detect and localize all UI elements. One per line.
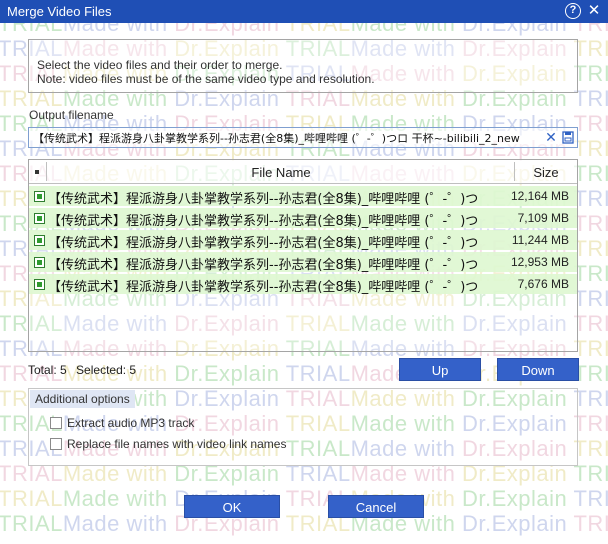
file-row[interactable]: 【传统武术】程派游身八卦掌教学系列--孙志君(全8集)_哔哩哔哩 (゜-゜)つロ…: [29, 229, 577, 251]
close-button[interactable]: ✕: [586, 3, 602, 19]
help-button[interactable]: ?: [565, 3, 581, 19]
file-row-checkbox[interactable]: [34, 191, 45, 202]
instructions-line-2: Note: video files must be of the same vi…: [37, 72, 375, 86]
file-row-name: 【传统武术】程派游身八卦掌教学系列--孙志君(全8集)_哔哩哔哩 (゜-゜)つロ…: [48, 192, 480, 207]
column-header-size[interactable]: Size: [515, 165, 577, 180]
instructions-line-1: Select the video files and their order t…: [37, 58, 283, 72]
replace-names-label[interactable]: Replace file names with video link names: [67, 437, 286, 451]
merge-dialog-body: Select the video files and their order t…: [0, 23, 608, 544]
file-row[interactable]: 【传统武术】程派游身八卦掌教学系列--孙志君(全8集)_哔哩哔哩 (゜-゜)つロ…: [29, 251, 577, 273]
file-row-name: 【传统武术】程派游身八卦掌教学系列--孙志君(全8集)_哔哩哔哩 (゜-゜)つロ…: [48, 236, 480, 251]
output-filename-input[interactable]: [33, 129, 539, 146]
cancel-button[interactable]: Cancel: [328, 495, 424, 518]
file-row-name: 【传统武术】程派游身八卦掌教学系列--孙志君(全8集)_哔哩哔哩 (゜-゜)つロ…: [48, 214, 480, 229]
title-bar: Merge Video Files ? ✕: [0, 0, 608, 23]
file-row-checkbox[interactable]: [34, 213, 45, 224]
window-title: Merge Video Files: [7, 4, 112, 19]
file-row[interactable]: 【传统武术】程派游身八卦掌教学系列--孙志君(全8集)_哔哩哔哩 (゜-゜)つロ…: [29, 207, 577, 229]
header-divider: [46, 162, 47, 181]
browse-file-icon[interactable]: [562, 131, 574, 144]
file-row-size: 12,953 MB: [510, 255, 569, 269]
selected-count: Selected: 5: [76, 363, 137, 377]
additional-options-title: Additional options: [30, 390, 135, 408]
file-row-name: 【传统武术】程派游身八卦掌教学系列--孙志君(全8集)_哔哩哔哩 (゜-゜)つロ…: [48, 280, 480, 295]
file-list[interactable]: File Name Size 【传统武术】程派游身八卦掌教学系列--孙志君(全8…: [28, 159, 578, 352]
select-all-checkbox[interactable]: [35, 170, 39, 174]
file-row-size: 12,164 MB: [510, 189, 569, 203]
file-row[interactable]: 【传统武术】程派游身八卦掌教学系列--孙志君(全8集)_哔哩哔哩 (゜-゜)つロ…: [29, 185, 577, 207]
additional-options-group: Additional options Extract audio MP3 tra…: [28, 388, 578, 466]
move-down-button[interactable]: Down: [497, 358, 579, 381]
total-count: Total: 5: [28, 363, 67, 377]
selection-summary: Total: 5 Selected: 5: [28, 363, 142, 377]
file-row-checkbox[interactable]: [34, 235, 45, 246]
file-row-checkbox[interactable]: [34, 279, 45, 290]
extract-audio-label[interactable]: Extract audio MP3 track: [67, 416, 194, 430]
file-row[interactable]: 【传统武术】程派游身八卦掌教学系列--孙志君(全8集)_哔哩哔哩 (゜-゜)つロ…: [29, 273, 577, 295]
column-header-file-name[interactable]: File Name: [48, 165, 514, 180]
replace-names-checkbox[interactable]: [50, 438, 62, 450]
ok-button[interactable]: OK: [184, 495, 280, 518]
file-row-size: 7,676 MB: [517, 277, 569, 291]
file-row-name: 【传统武术】程派游身八卦掌教学系列--孙志君(全8集)_哔哩哔哩 (゜-゜)つロ…: [48, 258, 480, 273]
file-row-size: 7,109 MB: [517, 211, 569, 225]
file-row-size: 11,244 MB: [511, 233, 569, 247]
output-filename-field: ✕: [28, 127, 578, 148]
file-row-checkbox[interactable]: [34, 257, 45, 268]
instructions-panel: Select the video files and their order t…: [28, 39, 578, 93]
move-up-button[interactable]: Up: [399, 358, 481, 381]
file-list-header: File Name Size: [29, 160, 577, 184]
clear-filename-button[interactable]: ✕: [544, 129, 558, 146]
extract-audio-checkbox[interactable]: [50, 417, 62, 429]
output-filename-label: Output filename: [29, 108, 114, 122]
